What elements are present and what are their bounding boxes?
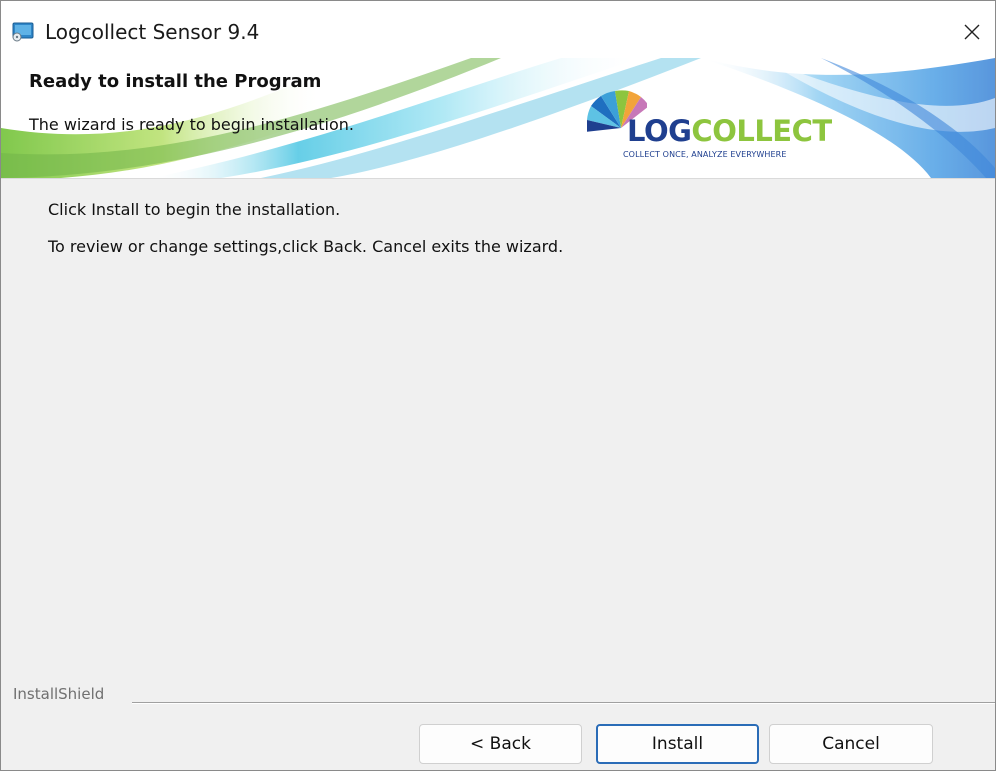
- installer-window: Logcollect Sensor 9.4 Ready to install t…: [0, 0, 996, 771]
- install-button[interactable]: Install: [596, 724, 759, 764]
- installer-app-icon: [12, 22, 34, 42]
- logo-wordmark: LOGCOLLECT: [627, 114, 832, 148]
- logcollect-logo: LOGCOLLECT COLLECT ONCE, ANALYZE EVERYWH…: [587, 76, 837, 166]
- banner-title: Ready to install the Program: [29, 71, 322, 92]
- cancel-button[interactable]: Cancel: [769, 724, 933, 764]
- installshield-brand: InstallShield: [13, 685, 105, 703]
- footer-separator-highlight: [132, 703, 995, 704]
- logo-word-collect: COLLECT: [691, 114, 832, 148]
- instruction-line-2: To review or change settings,click Back.…: [48, 237, 564, 256]
- logo-word-log: LOG: [627, 114, 692, 148]
- window-title: Logcollect Sensor 9.4: [45, 20, 260, 44]
- close-button[interactable]: [949, 11, 995, 57]
- instruction-line-1: Click Install to begin the installation.: [48, 200, 341, 219]
- banner-divider: [1, 178, 995, 179]
- back-button[interactable]: < Back: [419, 724, 582, 764]
- header-banner: Ready to install the Program The wizard …: [1, 58, 995, 178]
- title-bar: Logcollect Sensor 9.4: [1, 1, 995, 58]
- logo-tagline: COLLECT ONCE, ANALYZE EVERYWHERE: [623, 150, 787, 159]
- close-icon: [962, 22, 982, 46]
- banner-subtitle: The wizard is ready to begin installatio…: [29, 115, 354, 134]
